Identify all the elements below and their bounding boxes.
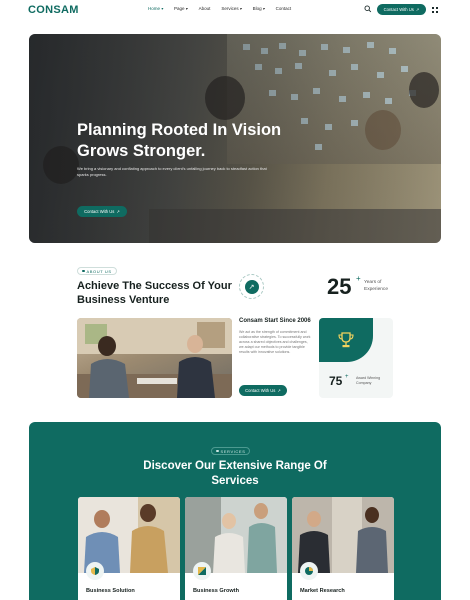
about-contact-button[interactable]: Contact With Us ↗ bbox=[239, 385, 287, 396]
service-card-market-research[interactable]: Market Research bbox=[292, 497, 394, 600]
hero-banner: Planning Rooted In Vision Grows Stronger… bbox=[29, 34, 441, 243]
award-plus: + bbox=[345, 374, 349, 380]
arrow-up-right-icon: ↗ bbox=[116, 209, 120, 214]
nav-item-services[interactable]: Services ▾ bbox=[221, 6, 241, 11]
service-card-business-solution[interactable]: Business Solution bbox=[78, 497, 180, 600]
arrow-up-right-icon: ↗ bbox=[277, 388, 281, 393]
chevron-down-icon: ▾ bbox=[161, 6, 164, 11]
since-description: We act as the strength of commitment and… bbox=[239, 330, 311, 354]
header-contact-label: Contact With Us bbox=[383, 7, 414, 12]
award-card-header bbox=[319, 318, 373, 362]
arrow-up-right-icon: ↗ bbox=[415, 7, 420, 12]
rotating-badge[interactable]: ↗ bbox=[239, 274, 264, 299]
shield-icon bbox=[86, 562, 104, 580]
menu-grid-icon[interactable] bbox=[432, 7, 438, 13]
pie-chart-icon bbox=[300, 562, 318, 580]
years-label: Years of Experience bbox=[364, 280, 388, 292]
meeting-photo bbox=[77, 318, 232, 398]
card-label: Business Growth bbox=[193, 588, 240, 594]
hero-contact-label: Contact With Us bbox=[84, 209, 115, 214]
service-card-business-growth[interactable]: Business Growth bbox=[185, 497, 287, 600]
chevron-down-icon: ▾ bbox=[239, 6, 242, 11]
services-tag: SERVICES bbox=[211, 447, 251, 455]
about-contact-label: Contact With Us bbox=[245, 388, 276, 393]
award-label: Award Winning Company bbox=[356, 376, 381, 385]
site-header: CONSAM Home ▾ Page ▾ About Services ▾ Blog ▾… bbox=[0, 0, 470, 20]
dot-icon bbox=[216, 449, 219, 453]
hero-subtitle: We bring a visionary and conflating appr… bbox=[77, 166, 267, 177]
nav-item-about[interactable]: About bbox=[199, 6, 211, 11]
trophy-icon bbox=[338, 332, 354, 348]
logo[interactable]: CONSAM bbox=[28, 4, 79, 16]
services-title: Discover Our Extensive Range Of Services bbox=[143, 460, 327, 487]
chevron-down-icon: ▾ bbox=[262, 6, 265, 11]
header-contact-button[interactable]: Contact With Us ↗ bbox=[377, 4, 426, 15]
chevron-down-icon: ▾ bbox=[185, 6, 188, 11]
hero-title: Planning Rooted In Vision Grows Stronger… bbox=[77, 121, 282, 160]
about-tag: ABOUT US bbox=[77, 267, 117, 275]
hero-contact-button[interactable]: Contact With Us ↗ bbox=[77, 206, 127, 217]
about-title: Achieve The Success Of Your Business Ven… bbox=[77, 280, 232, 306]
since-title: Consam Start Since 2006 bbox=[239, 318, 311, 324]
chart-icon bbox=[193, 562, 211, 580]
nav-item-blog[interactable]: Blog ▾ bbox=[253, 6, 265, 11]
years-number: 25 bbox=[327, 274, 352, 299]
award-number: 75 bbox=[329, 374, 343, 388]
nav-item-page[interactable]: Page ▾ bbox=[174, 6, 188, 11]
card-label: Business Solution bbox=[86, 588, 135, 594]
card-label: Market Research bbox=[300, 588, 345, 594]
main-nav: Home ▾ Page ▾ About Services ▾ Blog ▾ Contac… bbox=[148, 6, 291, 11]
search-icon[interactable] bbox=[364, 5, 372, 13]
services-tag-label: SERVICES bbox=[220, 448, 246, 454]
nav-item-home[interactable]: Home ▾ bbox=[148, 6, 163, 11]
nav-item-contact[interactable]: Contact bbox=[276, 6, 292, 11]
years-plus: + bbox=[356, 274, 361, 283]
meeting-illustration bbox=[77, 318, 232, 398]
arrow-up-right-icon: ↗ bbox=[244, 279, 259, 294]
dot-icon bbox=[82, 269, 85, 273]
about-tag-label: ABOUT US bbox=[86, 268, 112, 274]
